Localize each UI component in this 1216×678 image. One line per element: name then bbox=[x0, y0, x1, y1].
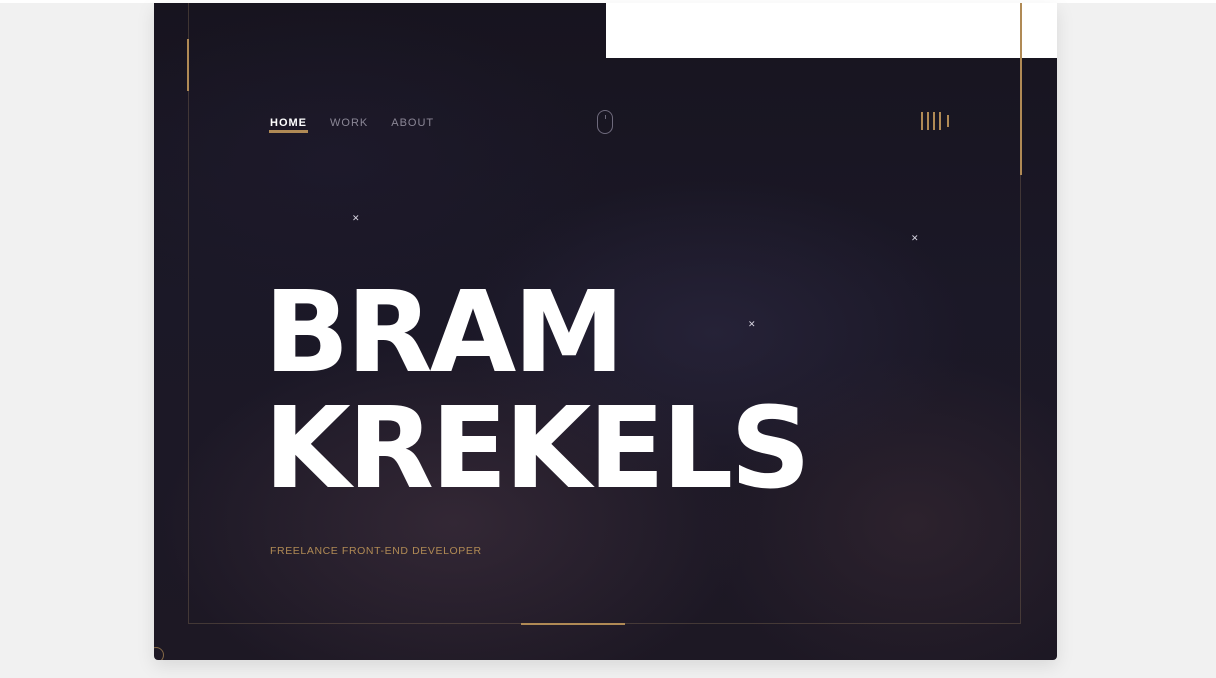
corner-circle-decoration bbox=[154, 647, 164, 660]
nav-item-about[interactable]: ABOUT bbox=[391, 116, 434, 130]
left-accent-line bbox=[187, 39, 189, 91]
star-sparkle-icon: ✕ bbox=[911, 234, 919, 244]
menu-bars-icon[interactable] bbox=[921, 112, 951, 130]
hero-first-name: BRAM bbox=[264, 268, 625, 398]
star-sparkle-icon: ✕ bbox=[352, 214, 360, 224]
nav-item-home[interactable]: HOME bbox=[269, 116, 308, 133]
mouse-scroll-icon[interactable] bbox=[597, 110, 613, 134]
white-panel bbox=[606, 3, 1057, 58]
main-nav: HOME WORK ABOUT bbox=[269, 113, 457, 133]
hero-title: BRAM KREKELS bbox=[264, 268, 811, 514]
hero-last-name: KREKELS bbox=[264, 384, 811, 514]
nav-item-work[interactable]: WORK bbox=[330, 116, 368, 130]
right-accent-line bbox=[1020, 3, 1022, 175]
page-stage: HOME WORK ABOUT ✕ ✕ ✕ BRAM KREKELS FREEL… bbox=[0, 0, 1216, 678]
bottom-accent-line bbox=[521, 623, 625, 625]
hero-tagline: FREELANCE FRONT-END DEVELOPER bbox=[270, 545, 482, 557]
hero-card: HOME WORK ABOUT ✕ ✕ ✕ BRAM KREKELS FREEL… bbox=[154, 3, 1057, 660]
